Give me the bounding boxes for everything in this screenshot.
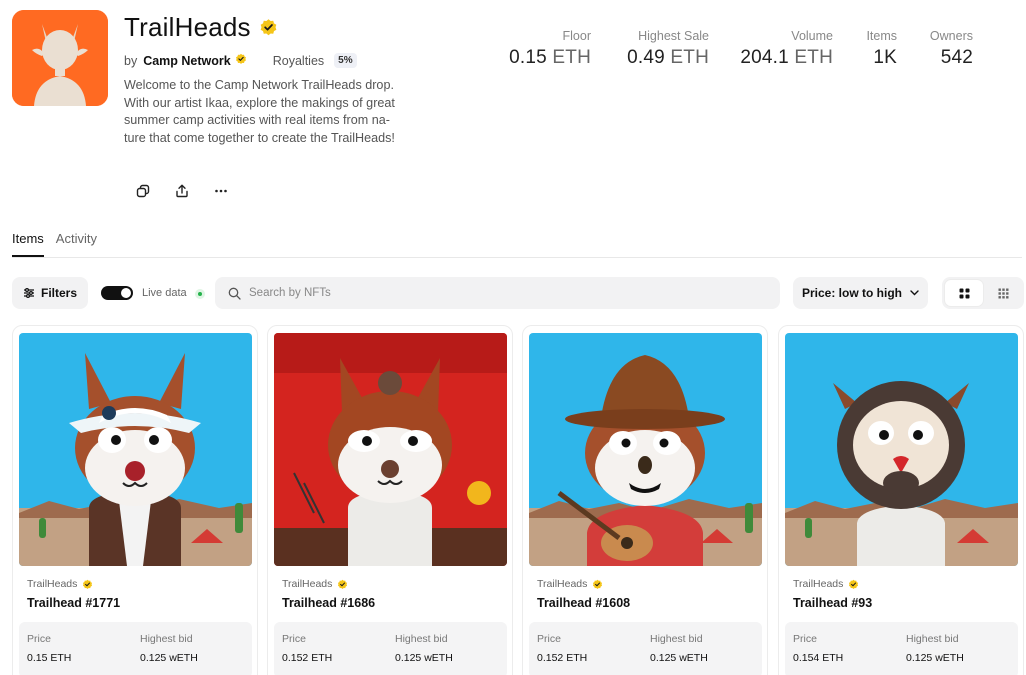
stat-number: 0.15 — [509, 47, 547, 68]
card-price-box: Price 0.152 ETH Highest bid 0.125 wETH — [274, 622, 507, 675]
stat-unit: ETH — [794, 47, 833, 68]
highest-bid-label: Highest bid — [395, 633, 448, 645]
stat-number: 204.1 — [740, 47, 789, 68]
stat-value: 542 — [915, 47, 973, 69]
small-grid-view-button[interactable] — [984, 280, 1022, 306]
nft-card[interactable]: TrailHeads Trailhead #93 Price 0.154 ETH… — [778, 325, 1024, 675]
price-value: 0.152 ETH — [282, 652, 333, 664]
search-icon — [228, 287, 241, 300]
highest-bid-value: 0.125 wETH — [650, 652, 708, 664]
highest-bid-value: 0.125 wETH — [140, 652, 198, 664]
card-price-box: Price 0.154 ETH Highest bid 0.125 wETH — [785, 622, 1018, 675]
stat-highest-sale: Highest Sale 0.49 ETH — [608, 29, 709, 69]
tab-activity[interactable]: Activity — [56, 231, 97, 257]
card-collection-name: TrailHeads — [27, 578, 78, 590]
nft-card[interactable]: TrailHeads Trailhead #1686 Price 0.152 E… — [267, 325, 513, 675]
stat-number: 1K — [873, 47, 897, 68]
highest-bid-label: Highest bid — [906, 633, 959, 645]
card-title: Trailhead #1608 — [537, 596, 631, 610]
stat-value: 0.15 ETH — [505, 47, 591, 69]
stat-items: Items 1K — [850, 29, 897, 69]
filters-label: Filters — [40, 286, 77, 300]
small-grid-icon — [998, 288, 1008, 298]
card-collection: TrailHeads — [793, 578, 859, 590]
nft-image — [274, 333, 507, 566]
copy-button[interactable] — [131, 180, 154, 202]
card-title: Trailhead #93 — [793, 596, 873, 610]
nft-image — [529, 333, 762, 566]
view-toggle — [942, 277, 1024, 309]
price-value: 0.152 ETH — [537, 652, 588, 664]
card-collection-name: TrailHeads — [282, 578, 333, 590]
filters-icon — [23, 288, 34, 298]
large-grid-view-button[interactable] — [945, 280, 983, 306]
card-title: Trailhead #1686 — [282, 596, 376, 610]
toggle-knob — [121, 288, 131, 298]
highest-bid-value: 0.125 wETH — [906, 652, 964, 664]
stat-unit: ETH — [670, 47, 709, 68]
collection-stats: Floor 0.15 ETH Highest Sale 0.49 ETH Vol… — [0, 29, 1026, 79]
price-value: 0.154 ETH — [793, 652, 844, 664]
nft-card[interactable]: TrailHeads Trailhead #1771 Price 0.15 ET… — [12, 325, 258, 675]
stat-label: Floor — [562, 29, 591, 43]
price-value: 0.15 ETH — [27, 652, 72, 664]
verified-badge-icon — [337, 578, 348, 589]
collection-tabs: Items Activity — [12, 231, 97, 257]
copy-icon — [136, 184, 149, 198]
more-button[interactable] — [209, 180, 232, 202]
stat-value: 1K — [850, 47, 897, 69]
search-bar[interactable] — [215, 277, 780, 309]
stat-label: Items — [866, 29, 897, 43]
card-collection: TrailHeads — [27, 578, 93, 590]
card-price-box: Price 0.15 ETH Highest bid 0.125 wETH — [19, 622, 252, 675]
share-button[interactable] — [170, 180, 193, 202]
more-icon — [214, 189, 227, 193]
nft-image — [785, 333, 1018, 566]
sort-label: Price: low to high — [801, 286, 902, 300]
highest-bid-label: Highest bid — [650, 633, 703, 645]
stat-label: Owners — [929, 29, 973, 43]
verified-badge-icon — [82, 578, 93, 589]
highest-bid-label: Highest bid — [140, 633, 193, 645]
verified-badge-icon — [848, 578, 859, 589]
share-icon — [175, 184, 188, 198]
stat-number: 0.49 — [627, 47, 665, 68]
card-collection: TrailHeads — [537, 578, 603, 590]
search-input[interactable] — [249, 287, 749, 299]
price-label: Price — [27, 633, 51, 645]
stat-label: Highest Sale — [638, 29, 709, 43]
filters-button[interactable]: Filters — [12, 277, 88, 309]
collection-description: Welcome to the Camp Network TrailHeads d… — [124, 78, 395, 145]
tabs-divider — [12, 257, 1022, 258]
card-collection: TrailHeads — [282, 578, 348, 590]
tab-items[interactable]: Items — [12, 231, 44, 257]
stat-volume: Volume 204.1 ETH — [730, 29, 833, 69]
nft-card[interactable]: TrailHeads Trailhead #1608 Price 0.152 E… — [522, 325, 768, 675]
nft-image — [19, 333, 252, 566]
large-grid-icon — [959, 288, 969, 298]
card-price-box: Price 0.152 ETH Highest bid 0.125 wETH — [529, 622, 762, 675]
stat-number: 542 — [940, 47, 973, 68]
stat-owners: Owners 542 — [915, 29, 973, 69]
live-status-dot-icon — [195, 289, 205, 299]
price-label: Price — [282, 633, 306, 645]
stat-value: 0.49 ETH — [608, 47, 709, 69]
collection-actions — [131, 180, 248, 202]
stat-unit: ETH — [552, 47, 591, 68]
price-label: Price — [793, 633, 817, 645]
live-data-label: Live data — [142, 287, 187, 299]
verified-badge-icon — [592, 578, 603, 589]
card-collection-name: TrailHeads — [793, 578, 844, 590]
sort-dropdown[interactable]: Price: low to high — [793, 277, 928, 309]
stat-label: Volume — [791, 29, 833, 43]
stat-floor: Floor 0.15 ETH — [505, 29, 591, 69]
price-label: Price — [537, 633, 561, 645]
live-data-toggle[interactable] — [101, 286, 133, 300]
card-title: Trailhead #1771 — [27, 596, 121, 610]
card-collection-name: TrailHeads — [537, 578, 588, 590]
stat-value: 204.1 ETH — [730, 47, 833, 69]
highest-bid-value: 0.125 wETH — [395, 652, 453, 664]
chevron-down-icon — [910, 290, 919, 296]
